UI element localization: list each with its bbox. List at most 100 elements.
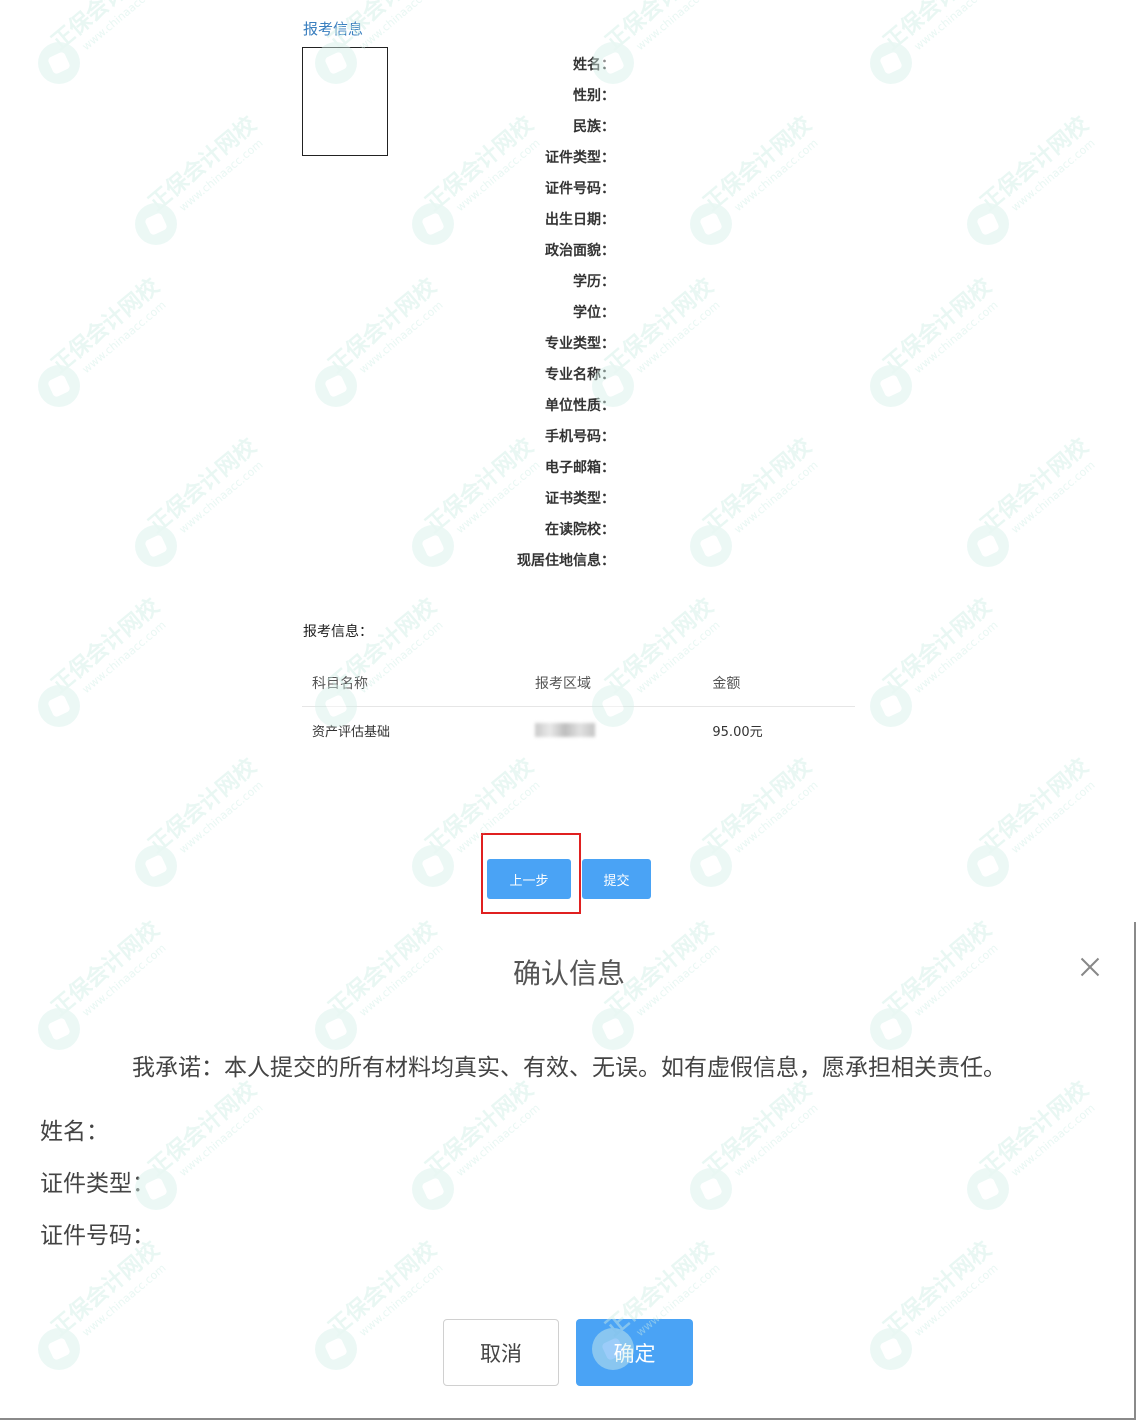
watermark-url: www.chinaacc.com [633, 298, 723, 376]
cancel-button[interactable]: 取消 [443, 1319, 559, 1386]
watermark: 正保会计网校 www.chinaacc.com [38, 274, 278, 415]
watermark-url: www.chinaacc.com [79, 618, 169, 696]
watermark-url: www.chinaacc.com [911, 0, 1001, 53]
section-title: 报考信息 [303, 20, 364, 38]
watermark-url: www.chinaacc.com [356, 0, 446, 53]
watermark-url: www.chinaacc.com [356, 298, 446, 376]
confirm-label-id-type: 证件类型： [40, 1171, 155, 1197]
watermark-url: www.chinaacc.com [453, 778, 543, 856]
watermark-url: www.chinaacc.com [176, 458, 266, 536]
confirm-dialog [0, 920, 1138, 1421]
watermark-url: www.chinaacc.com [731, 136, 821, 214]
watermark-logo-icon [38, 365, 80, 407]
watermark: 正保会计网校 www.chinaacc.com [870, 594, 1110, 735]
watermark-url: www.chinaacc.com [731, 458, 821, 536]
watermark-logo-icon [38, 42, 80, 84]
watermark-logo-icon [315, 365, 357, 407]
watermark-url: www.chinaacc.com [176, 778, 266, 856]
watermark-url: www.chinaacc.com [79, 298, 169, 376]
watermark-title: 正保会计网校 [47, 274, 165, 379]
watermark: 正保会计网校 www.chinaacc.com [690, 112, 930, 253]
field-label-residence: 现居住地信息： [517, 553, 615, 569]
watermark-url: www.chinaacc.com [79, 0, 169, 53]
field-label-name: 姓名： [573, 57, 615, 73]
watermark-logo-icon [38, 685, 80, 727]
column-header-amount: 金额 [702, 660, 855, 707]
field-label-education: 学历： [573, 274, 615, 290]
watermark: 正保会计网校 www.chinaacc.com [870, 0, 1110, 92]
field-label-birthdate: 出生日期： [545, 212, 615, 228]
id-photo [302, 47, 388, 156]
watermark: 正保会计网校 www.chinaacc.com [135, 434, 375, 575]
watermark: 正保会计网校 www.chinaacc.com [38, 0, 278, 92]
watermark-url: www.chinaacc.com [176, 136, 266, 214]
watermark-logo-icon [967, 845, 1009, 887]
previous-step-button[interactable]: 上一步 [487, 859, 571, 899]
watermark-logo-icon [412, 525, 454, 567]
cell-region [525, 706, 702, 754]
registration-label: 报考信息： [303, 624, 373, 640]
watermark-url: www.chinaacc.com [731, 778, 821, 856]
watermark-title: 正保会计网校 [47, 0, 165, 56]
watermark-logo-icon [870, 685, 912, 727]
watermark-title: 正保会计网校 [47, 594, 165, 699]
applicant-info-list: 姓名： 性别： 民族： 证件类型： 证件号码： 出生日期： 政治面貌： 学历： … [470, 54, 615, 581]
watermark-logo-icon [690, 845, 732, 887]
watermark-logo-icon [135, 203, 177, 245]
watermark-title: 正保会计网校 [144, 754, 262, 859]
watermark-logo-icon [412, 845, 454, 887]
field-label-certificate-type: 证书类型： [545, 491, 615, 507]
dialog-border-right [1134, 922, 1136, 1420]
registration-table: 科目名称 报考区域 金额 资产评估基础 95.00元 [302, 660, 855, 754]
field-label-major-type: 专业类型： [545, 336, 615, 352]
watermark-logo-icon [870, 365, 912, 407]
field-label-id-type: 证件类型： [545, 150, 615, 166]
watermark-logo-icon [967, 203, 1009, 245]
watermark-title: 正保会计网校 [879, 274, 997, 379]
column-header-subject: 科目名称 [302, 660, 526, 707]
watermark-title: 正保会计网校 [421, 754, 539, 859]
watermark-title: 正保会计网校 [976, 112, 1094, 217]
watermark-logo-icon [690, 525, 732, 567]
field-label-major-name: 专业名称： [545, 367, 615, 383]
watermark-url: www.chinaacc.com [1008, 778, 1098, 856]
watermark-url: www.chinaacc.com [911, 298, 1001, 376]
watermark-logo-icon [967, 525, 1009, 567]
table-row: 资产评估基础 95.00元 [302, 706, 855, 754]
watermark-logo-icon [135, 845, 177, 887]
watermark-title: 正保会计网校 [144, 112, 262, 217]
watermark-logo-icon [690, 203, 732, 245]
submit-button[interactable]: 提交 [582, 859, 651, 899]
confirm-label-id-number: 证件号码： [40, 1223, 155, 1249]
blurred-region [535, 723, 596, 738]
watermark: 正保会计网校 www.chinaacc.com [38, 594, 278, 735]
watermark-title: 正保会计网校 [324, 274, 442, 379]
watermark-title: 正保会计网校 [601, 0, 719, 56]
watermark-logo-icon [870, 42, 912, 84]
confirm-label-name: 姓名： [40, 1119, 109, 1145]
field-label-id-number: 证件号码： [545, 181, 615, 197]
watermark-title: 正保会计网校 [144, 434, 262, 539]
watermark: 正保会计网校 www.chinaacc.com [967, 112, 1138, 253]
close-icon[interactable] [1078, 955, 1102, 979]
watermark-title: 正保会计网校 [879, 594, 997, 699]
cell-subject: 资产评估基础 [312, 724, 391, 740]
watermark-title: 正保会计网校 [879, 0, 997, 56]
watermark: 正保会计网校 www.chinaacc.com [135, 754, 375, 895]
field-label-political-status: 政治面貌： [545, 243, 615, 259]
watermark: 正保会计网校 www.chinaacc.com [690, 434, 930, 575]
watermark: 正保会计网校 www.chinaacc.com [592, 0, 832, 92]
field-label-employer-type: 单位性质： [545, 398, 615, 414]
watermark-title: 正保会计网校 [699, 112, 817, 217]
watermark: 正保会计网校 www.chinaacc.com [870, 274, 1110, 415]
field-label-degree: 学位： [573, 305, 615, 321]
cell-amount: 95.00元 [712, 724, 763, 740]
dialog-border-bottom [0, 1418, 1136, 1420]
watermark-title: 正保会计网校 [601, 274, 719, 379]
confirm-button[interactable]: 确定 [576, 1319, 693, 1386]
watermark: 正保会计网校 www.chinaacc.com [592, 274, 832, 415]
field-label-ethnicity: 民族： [573, 119, 615, 135]
watermark: 正保会计网校 www.chinaacc.com [967, 434, 1138, 575]
watermark: 正保会计网校 www.chinaacc.com [135, 112, 375, 253]
watermark: 正保会计网校 www.chinaacc.com [690, 754, 930, 895]
